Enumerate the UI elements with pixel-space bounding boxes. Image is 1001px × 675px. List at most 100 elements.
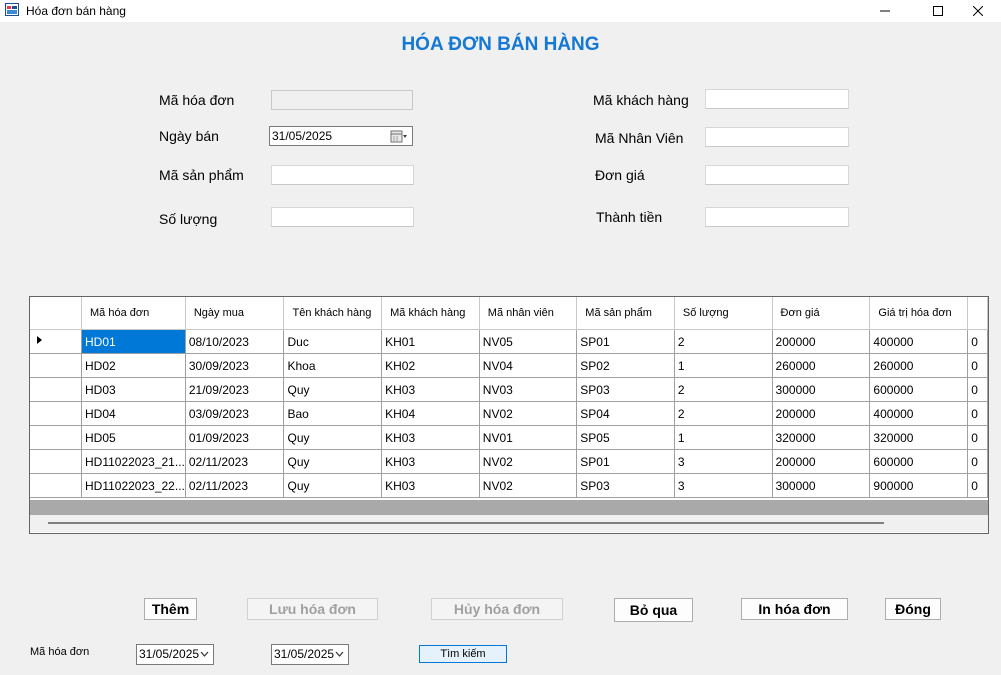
column-header[interactable]: Số lượng [674,297,773,330]
grid-cell[interactable]: 2 [674,377,773,402]
grid-cell[interactable]: NV03 [479,377,578,402]
row-header[interactable] [30,353,82,378]
them-button[interactable]: Thêm [144,598,197,620]
ma-hoa-don-field[interactable] [271,90,413,110]
date-to-picker[interactable]: 31/05/2025 [271,644,349,665]
grid-cell[interactable]: KH03 [381,425,480,450]
grid-cell[interactable]: KH03 [381,473,480,498]
column-header[interactable]: Tên khách hàng [283,297,383,330]
table-row[interactable]: HD03 21/09/2023 Quy KH03 NV03 SP03 2 300000 6000… [30,377,988,402]
grid-cell-partial[interactable]: 0 [967,353,988,378]
grid-cell[interactable]: 260000 [772,353,871,378]
grid-cell[interactable]: 260000 [869,353,969,378]
grid-cell[interactable]: HD03 [81,377,186,402]
column-header[interactable]: Mã nhân viên [479,297,578,330]
grid-cell-partial[interactable]: 0 [967,377,988,402]
grid-cell[interactable]: 600000 [869,449,969,474]
grid-cell-partial[interactable]: 0 [967,329,988,354]
grid-cell[interactable]: 400000 [869,329,969,354]
grid-cell[interactable]: Duc [283,329,383,354]
ngay-ban-datepicker[interactable]: 31/05/2025 [269,126,413,146]
grid-cell[interactable]: SP05 [576,425,675,450]
in-hoa-don-button[interactable]: In hóa đơn [741,598,848,620]
column-header[interactable]: Mã hóa đơn [81,297,186,330]
grid-cell[interactable]: 21/09/2023 [185,377,285,402]
grid-cell[interactable]: KH03 [381,377,480,402]
close-button[interactable] [955,0,1001,22]
grid-cell[interactable]: HD04 [81,401,186,426]
grid-cell[interactable]: HD05 [81,425,186,450]
grid-cell[interactable]: NV02 [479,449,578,474]
column-header[interactable]: Đơn giá [772,297,871,330]
grid-cell[interactable]: 03/09/2023 [185,401,285,426]
row-header[interactable] [30,329,82,354]
grid-cell[interactable]: KH04 [381,401,480,426]
column-header[interactable]: Giá trị hóa đơn [869,297,969,330]
table-row[interactable]: HD11022023_22... 02/11/2023 Quy KH03 NV02 SP0… [30,473,988,498]
grid-cell[interactable]: 300000 [772,377,871,402]
grid-cell[interactable]: HD02 [81,353,186,378]
grid-cell[interactable]: Quy [283,377,383,402]
row-header[interactable] [30,401,82,426]
ma-khach-hang-field[interactable] [705,89,849,109]
grid-cell-partial[interactable]: 0 [967,449,988,474]
grid-cell[interactable]: SP01 [576,329,675,354]
table-row[interactable]: HD11022023_21... 02/11/2023 Quy KH03 NV02 SP0… [30,449,988,474]
search-button[interactable]: Tìm kiếm [419,645,507,663]
grid-cell[interactable]: 320000 [869,425,969,450]
don-gia-field[interactable] [705,165,849,185]
table-row[interactable]: HD02 30/09/2023 Khoa KH02 NV04 SP02 1 260000 260… [30,353,988,378]
grid-cell[interactable]: 600000 [869,377,969,402]
column-header[interactable]: Ngày mua [185,297,285,330]
grid-cell[interactable]: KH02 [381,353,480,378]
ma-san-pham-field[interactable] [271,165,414,185]
grid-cell[interactable]: Bao [283,401,383,426]
grid-cell[interactable]: Quy [283,449,383,474]
grid-cell[interactable]: 02/11/2023 [185,473,285,498]
column-header[interactable]: Mã sản phẩm [576,297,675,330]
grid-cell[interactable]: 400000 [869,401,969,426]
calendar-icon[interactable] [390,129,408,143]
grid-cell[interactable]: SP03 [576,377,675,402]
date-from-picker[interactable]: 31/05/2025 [136,644,214,665]
grid-cell[interactable]: Quy [283,425,383,450]
grid-cell[interactable]: KH03 [381,449,480,474]
invoice-grid[interactable]: Mã hóa đơn Ngày mua Tên khách hàng Mã kh… [29,296,989,534]
grid-cell[interactable]: NV02 [479,401,578,426]
grid-cell[interactable]: SP01 [576,449,675,474]
grid-cell[interactable]: 2 [674,401,773,426]
table-row[interactable]: HD05 01/09/2023 Quy KH03 NV01 SP05 1 320000 3200… [30,425,988,450]
bo-qua-button[interactable]: Bỏ qua [614,598,693,622]
grid-cell[interactable]: 1 [674,353,773,378]
so-luong-field[interactable] [271,207,414,227]
grid-cell[interactable]: NV04 [479,353,578,378]
thanh-tien-field[interactable] [705,207,849,227]
grid-cell[interactable]: 300000 [772,473,871,498]
grid-cell[interactable]: 200000 [772,449,871,474]
row-header[interactable] [30,377,82,402]
grid-cell[interactable]: 30/09/2023 [185,353,285,378]
grid-cell[interactable]: 3 [674,449,773,474]
grid-cell[interactable]: 200000 [772,401,871,426]
grid-cell[interactable]: NV02 [479,473,578,498]
row-header[interactable] [30,425,82,450]
grid-cell[interactable]: HD01 [81,329,186,354]
grid-cell[interactable]: 320000 [772,425,871,450]
grid-cell[interactable]: SP02 [576,353,675,378]
grid-cell[interactable]: SP03 [576,473,675,498]
grid-cell[interactable]: 01/09/2023 [185,425,285,450]
grid-cell[interactable]: KH01 [381,329,480,354]
grid-cell[interactable]: 900000 [869,473,969,498]
table-row[interactable]: HD04 03/09/2023 Bao KH04 NV02 SP04 2 200000 4000… [30,401,988,426]
grid-cell-partial[interactable]: 0 [967,425,988,450]
grid-cell-partial[interactable]: 0 [967,473,988,498]
grid-cell[interactable]: NV05 [479,329,578,354]
grid-cell[interactable]: Quy [283,473,383,498]
grid-cell[interactable]: NV01 [479,425,578,450]
huy-hoa-don-button[interactable]: Hủy hóa đơn [431,598,563,620]
grid-cell[interactable]: SP04 [576,401,675,426]
luu-hoa-don-button[interactable]: Lưu hóa đơn [247,598,378,620]
grid-cell[interactable]: Khoa [283,353,383,378]
ma-nhan-vien-field[interactable] [705,127,849,147]
grid-cell-partial[interactable]: 0 [967,401,988,426]
